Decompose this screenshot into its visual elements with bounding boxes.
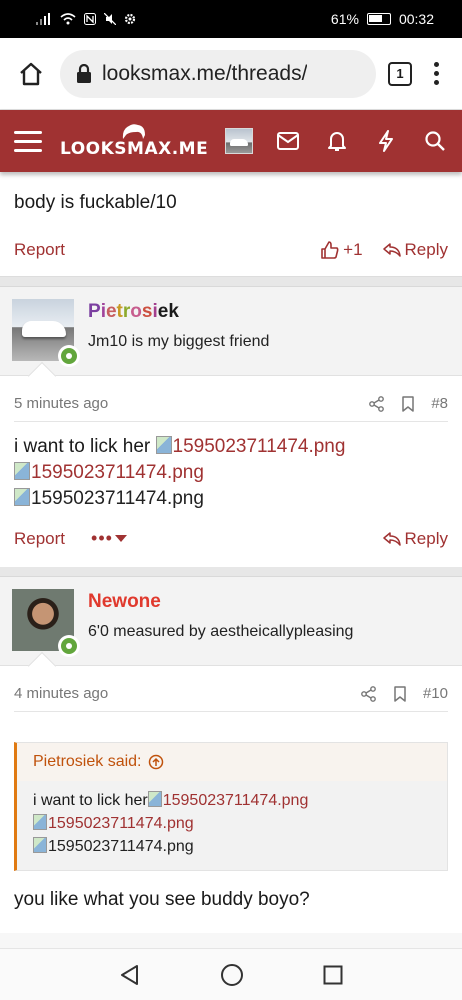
back-triangle-icon[interactable]: [119, 964, 141, 986]
avatar[interactable]: [12, 299, 80, 367]
logo-text: LOOKSMAX.ME: [60, 139, 209, 159]
bell-icon[interactable]: [324, 128, 350, 154]
like-count: +1: [343, 240, 363, 259]
username-char: e: [105, 301, 117, 322]
post-time[interactable]: 5 minutes ago: [14, 395, 108, 412]
broken-image-icon: [155, 436, 172, 454]
jump-up-arrow-icon: [148, 754, 163, 770]
hamburger-menu-icon[interactable]: [14, 130, 42, 152]
post-text-prefix: i want to lick her: [14, 436, 156, 457]
user-title: 6'0 measured by aestheicallypleasing: [88, 623, 354, 640]
reply-arrow-icon: [382, 243, 401, 257]
caret-down-icon: [114, 534, 127, 542]
home-icon: [20, 62, 42, 85]
home-button[interactable]: [14, 57, 48, 91]
battery-icon: [366, 13, 391, 25]
broken-image-icon: [147, 791, 162, 807]
post-body: 5 minutes ago #8 i want to lick her 1595…: [0, 376, 462, 567]
broken-image-icon: [14, 488, 30, 506]
post-number[interactable]: #10: [423, 685, 448, 702]
post-body: 4 minutes ago #10 Pietrosiek said: i wan…: [0, 666, 462, 933]
reply-label: Reply: [404, 528, 448, 548]
inbox-icon[interactable]: [275, 128, 301, 154]
thumbs-up-icon: [321, 241, 339, 259]
wifi-icon: [60, 13, 76, 25]
bookmark-icon[interactable]: [393, 685, 407, 702]
quote-block: Pietrosiek said: i want to lick her 15950…: [14, 742, 448, 871]
reply-button[interactable]: Reply: [382, 528, 448, 549]
bolt-icon[interactable]: [373, 128, 399, 154]
clock: 00:32: [398, 11, 434, 27]
image-link[interactable]: 1595023711474.png: [48, 815, 194, 832]
site-header: LOOKSMAX.ME: [0, 110, 462, 172]
broken-image-icon: [14, 462, 30, 480]
like-button[interactable]: +1: [321, 240, 363, 260]
signal-icon: [36, 13, 50, 25]
battery-percent: 61%: [330, 11, 359, 27]
account-avatar[interactable]: [225, 128, 253, 154]
browser-menu-button[interactable]: [424, 62, 448, 85]
url-text: looksmax.me/threads/: [102, 61, 308, 85]
more-options-button[interactable]: •••: [91, 528, 127, 549]
username[interactable]: Pietrosiek: [88, 301, 269, 323]
status-bar: 61% 00:32: [0, 0, 462, 38]
lock-icon: [77, 63, 91, 83]
image-alt-text: 1595023711474.png: [48, 838, 194, 855]
image-link[interactable]: 1595023711474.png: [173, 436, 346, 457]
search-icon[interactable]: [422, 128, 448, 154]
username-char: e: [157, 301, 169, 322]
bookmark-icon[interactable]: [401, 395, 415, 412]
quote-text: i want to lick her: [33, 792, 148, 809]
quote-author: Pietrosiek said:: [33, 753, 142, 770]
nfc-icon: [84, 13, 96, 25]
post-separator: [0, 567, 462, 577]
post-separator: [0, 277, 462, 287]
post-previous: body is fuckable/10 Report +1 Reply: [0, 172, 462, 277]
username-char: s: [141, 301, 153, 322]
quote-header[interactable]: Pietrosiek said:: [17, 743, 447, 781]
online-status-icon: [58, 635, 80, 657]
username[interactable]: Newone: [88, 591, 353, 613]
reply-label: Reply: [404, 240, 448, 259]
thread-content: body is fuckable/10 Report +1 Reply Piet…: [0, 172, 462, 933]
share-icon[interactable]: [369, 395, 385, 412]
post-10: Newone 6'0 measured by aestheicallypleas…: [0, 577, 462, 933]
settings-gear-icon: [124, 13, 136, 25]
username-char: P: [88, 301, 101, 322]
post-body-text: body is fuckable/10: [14, 192, 177, 213]
status-icons-left: [36, 13, 136, 25]
online-status-icon: [58, 345, 80, 367]
address-bar[interactable]: looksmax.me/threads/: [60, 49, 376, 98]
username-char: o: [130, 301, 142, 322]
reply-button[interactable]: Reply: [382, 240, 448, 260]
post-number[interactable]: #8: [431, 395, 448, 412]
user-title: Jm10 is my biggest friend: [88, 333, 270, 350]
post-user-block: Newone 6'0 measured by aestheicallypleas…: [0, 577, 462, 681]
system-nav-bar: [0, 948, 462, 1000]
site-logo[interactable]: LOOKSMAX.ME: [60, 123, 208, 159]
post-body-text: i want to lick her 1595023711474.png 159…: [14, 422, 448, 512]
image-link[interactable]: 1595023711474.png: [163, 792, 309, 809]
reply-arrow-icon: [382, 531, 401, 546]
image-link[interactable]: 1595023711474.png: [31, 462, 204, 483]
broken-image-icon: [33, 814, 47, 830]
quote-body: i want to lick her 1595023711474.png 1595…: [17, 781, 447, 870]
report-link[interactable]: Report: [14, 529, 65, 549]
post-body-text: you like what you see buddy boyo?: [14, 889, 310, 910]
username-char: k: [168, 301, 179, 322]
recents-square-icon[interactable]: [323, 965, 343, 985]
report-link[interactable]: Report: [14, 240, 65, 260]
image-alt-text: 1595023711474.png: [31, 488, 204, 509]
browser-toolbar: looksmax.me/threads/ 1: [0, 38, 462, 110]
mute-icon: [104, 13, 116, 25]
share-icon[interactable]: [361, 685, 377, 702]
post-8: Pietrosiek Jm10 is my biggest friend 5 m…: [0, 287, 462, 567]
more-dots: •••: [91, 528, 113, 548]
home-circle-icon[interactable]: [220, 963, 244, 987]
avatar[interactable]: [12, 589, 80, 657]
post-user-block: Pietrosiek Jm10 is my biggest friend: [0, 287, 462, 391]
broken-image-icon: [33, 837, 47, 853]
tab-switcher-button[interactable]: 1: [388, 61, 412, 86]
post-time[interactable]: 4 minutes ago: [14, 685, 108, 702]
